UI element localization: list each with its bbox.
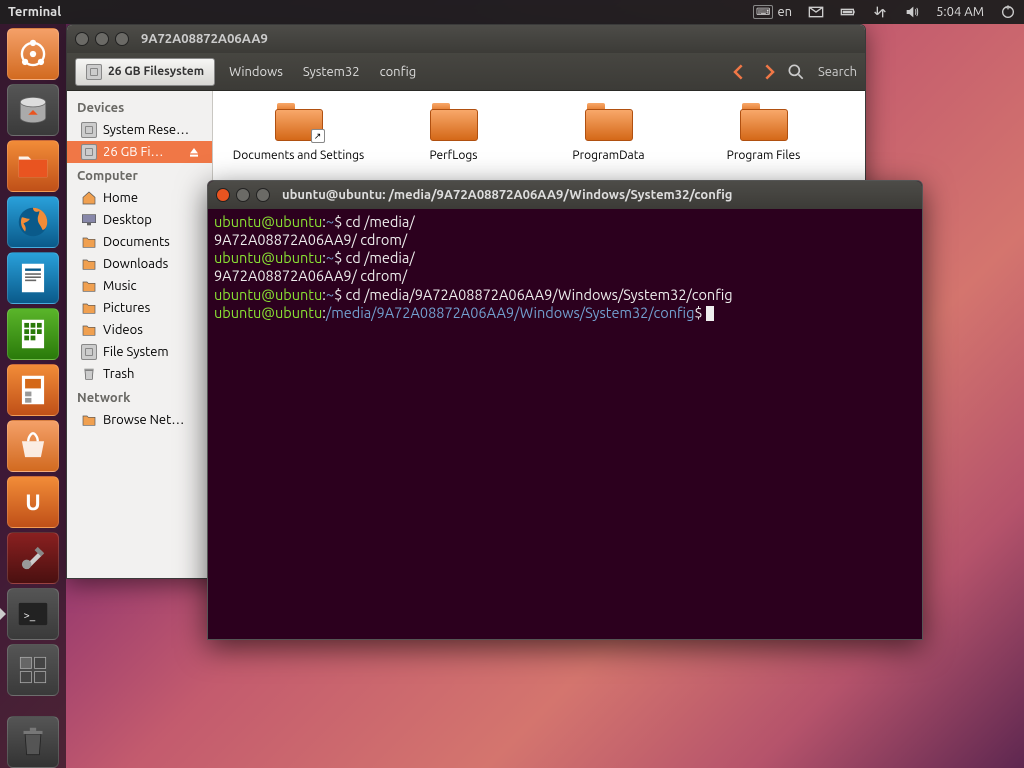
sidebar-item[interactable]: Downloads — [67, 253, 212, 275]
sound-indicator[interactable] — [896, 4, 928, 20]
sidebar-item[interactable]: Trash — [67, 363, 212, 385]
launcher-files[interactable] — [7, 140, 59, 192]
launcher-terminal[interactable]: >_ — [7, 588, 59, 640]
launcher-disk-utility[interactable] — [7, 84, 59, 136]
nautilus-titlebar[interactable]: 9A72A08872A06AA9 — [67, 25, 865, 53]
crumb-config[interactable]: config — [374, 65, 423, 79]
terminal-body[interactable]: ubuntu@ubuntu:~$ cd /media/9A72A08872A06… — [208, 209, 922, 639]
svg-text:U: U — [25, 490, 41, 515]
sidebar-item[interactable]: System Rese… — [67, 119, 212, 141]
sidebar-item[interactable]: Pictures — [67, 297, 212, 319]
terminal-title: ubuntu@ubuntu: /media/9A72A08872A06AA9/W… — [282, 188, 732, 202]
launcher-impress[interactable] — [7, 364, 59, 416]
crumb-windows[interactable]: Windows — [223, 65, 289, 79]
launcher-calc[interactable] — [7, 308, 59, 360]
active-app-title: Terminal — [0, 5, 61, 19]
nautilus-toolbar: 26 GB Filesystem Windows System32 config… — [67, 53, 865, 91]
launcher-settings[interactable] — [7, 532, 59, 584]
sidebar-item[interactable]: Browse Net… — [67, 409, 212, 431]
terminal-window: ubuntu@ubuntu: /media/9A72A08872A06AA9/W… — [207, 180, 923, 640]
top-panel: Terminal ⌨ en 5:04 AM — [0, 0, 1024, 24]
sidebar-item[interactable]: Videos — [67, 319, 212, 341]
search-label[interactable]: Search — [818, 65, 857, 79]
launcher-trash[interactable] — [7, 716, 59, 768]
mail-indicator[interactable] — [800, 4, 832, 20]
window-maximize-icon[interactable] — [256, 188, 270, 202]
drive-icon — [86, 64, 102, 80]
launcher-ubuntu-one[interactable]: U — [7, 476, 59, 528]
unity-launcher: U >_ — [0, 24, 66, 768]
window-minimize-icon[interactable] — [95, 32, 109, 46]
launcher-software-center[interactable] — [7, 420, 59, 472]
network-indicator[interactable] — [864, 4, 896, 20]
battery-indicator[interactable] — [832, 4, 864, 20]
launcher-firefox[interactable] — [7, 196, 59, 248]
sidebar-item[interactable]: Desktop — [67, 209, 212, 231]
window-close-icon[interactable] — [216, 188, 230, 202]
window-minimize-icon[interactable] — [236, 188, 250, 202]
clock[interactable]: 5:04 AM — [928, 5, 992, 19]
sidebar-item[interactable]: Music — [67, 275, 212, 297]
sidebar-head-computer: Computer — [67, 163, 212, 187]
session-indicator[interactable] — [992, 4, 1024, 20]
sidebar-head-network: Network — [67, 385, 212, 409]
nautilus-sidebar: Devices System Rese…26 GB Fi… Computer H… — [67, 91, 213, 578]
launcher-dash[interactable] — [7, 28, 59, 80]
nautilus-title: 9A72A08872A06AA9 — [141, 32, 268, 46]
search-icon[interactable] — [786, 62, 806, 82]
sidebar-item[interactable]: Home — [67, 187, 212, 209]
svg-text:>_: >_ — [24, 610, 36, 622]
window-maximize-icon[interactable] — [115, 32, 129, 46]
sidebar-item[interactable]: 26 GB Fi… — [67, 141, 212, 163]
crumb-system32[interactable]: System32 — [297, 65, 366, 79]
keyboard-indicator[interactable]: ⌨ en — [745, 5, 800, 19]
sidebar-head-devices: Devices — [67, 95, 212, 119]
launcher-writer[interactable] — [7, 252, 59, 304]
path-root-button[interactable]: 26 GB Filesystem — [75, 58, 215, 86]
nav-forward-icon[interactable] — [758, 62, 778, 82]
launcher-workspace[interactable] — [7, 644, 59, 696]
nav-back-icon[interactable] — [730, 62, 750, 82]
terminal-titlebar[interactable]: ubuntu@ubuntu: /media/9A72A08872A06AA9/W… — [208, 181, 922, 209]
sidebar-item[interactable]: File System — [67, 341, 212, 363]
window-close-icon[interactable] — [75, 32, 89, 46]
sidebar-item[interactable]: Documents — [67, 231, 212, 253]
